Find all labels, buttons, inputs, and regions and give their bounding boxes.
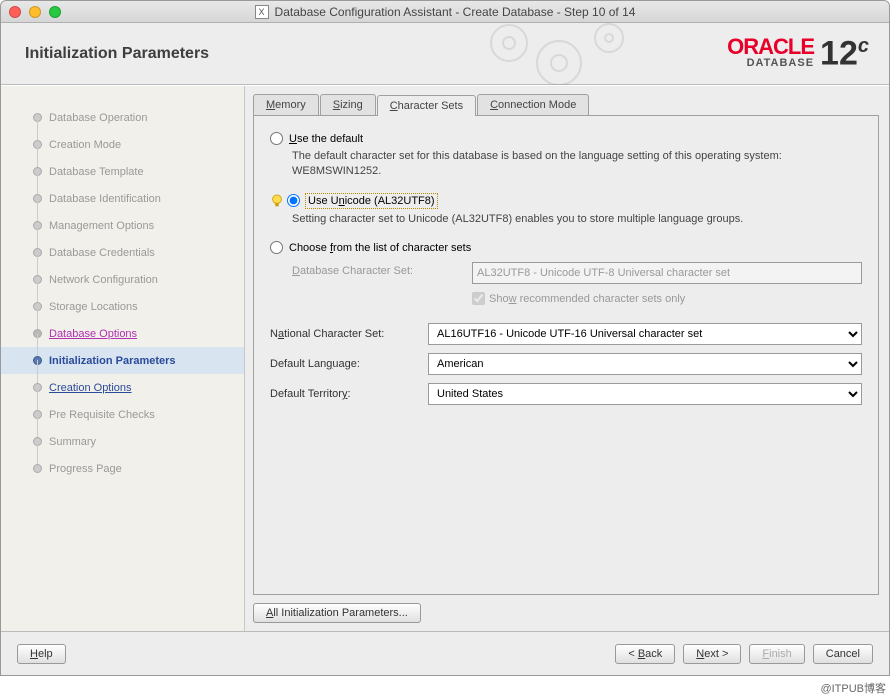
tab-sizing[interactable]: Sizing [320, 94, 376, 115]
character-sets-panel: Use the default The default character se… [253, 116, 879, 595]
use-unicode-radio[interactable] [287, 194, 300, 207]
show-recommended-checkbox [472, 292, 485, 305]
finish-button: Finish [749, 644, 804, 664]
tab-memory[interactable]: Memory [253, 94, 319, 115]
choose-list-radio[interactable] [270, 241, 283, 254]
next-button[interactable]: Next > [683, 644, 741, 664]
tab-character-sets[interactable]: Character Sets [377, 95, 476, 116]
choose-list-label: Choose from the list of character sets [289, 242, 471, 254]
maximize-icon[interactable] [49, 6, 61, 18]
app-icon: X [255, 5, 269, 19]
oracle-logo: ORACLE DATABASE 12c [727, 36, 869, 70]
national-charset-label: National Character Set: [270, 328, 428, 340]
footer: Help < Back Next > Finish Cancel [1, 631, 889, 675]
step-progress-page: Progress Page [1, 455, 244, 482]
national-charset-select[interactable]: AL16UTF16 - Unicode UTF-16 Universal cha… [428, 323, 862, 345]
page-title: Initialization Parameters [25, 45, 209, 63]
use-default-desc: The default character set for this datab… [292, 149, 862, 180]
show-recommended-label: Show recommended character sets only [489, 293, 685, 305]
use-unicode-desc: Setting character set to Unicode (AL32UT… [292, 212, 862, 227]
use-unicode-label: Use Unicode (AL32UTF8) [306, 194, 437, 208]
watermark: @ITPUB博客 [820, 680, 886, 696]
default-language-select[interactable]: American [428, 353, 862, 375]
default-language-label: Default Language: [270, 358, 428, 370]
gears-decoration [469, 23, 669, 85]
tip-icon [270, 194, 284, 208]
db-charset-select: AL32UTF8 - Unicode UTF-8 Universal chara… [472, 262, 862, 284]
use-default-radio[interactable] [270, 132, 283, 145]
wizard-steps: Database OperationCreation ModeDatabase … [1, 86, 245, 631]
all-init-params-button[interactable]: All Initialization Parameters... [253, 603, 421, 623]
header: Initialization Parameters ORACLE DATABAS… [1, 23, 889, 85]
tabs: MemorySizingCharacter SetsConnection Mod… [253, 94, 879, 116]
use-default-label: Use the default [289, 133, 363, 145]
default-territory-label: Default Territory: [270, 388, 428, 400]
help-button[interactable]: Help [17, 644, 66, 664]
default-territory-select[interactable]: United States [428, 383, 862, 405]
db-charset-label: Database Character Set: [292, 262, 432, 277]
back-button[interactable]: < Back [615, 644, 675, 664]
tab-connection-mode[interactable]: Connection Mode [477, 94, 589, 115]
window-title: Database Configuration Assistant - Creat… [275, 5, 636, 19]
titlebar: X Database Configuration Assistant - Cre… [1, 1, 889, 23]
close-icon[interactable] [9, 6, 21, 18]
cancel-button[interactable]: Cancel [813, 644, 873, 664]
minimize-icon[interactable] [29, 6, 41, 18]
